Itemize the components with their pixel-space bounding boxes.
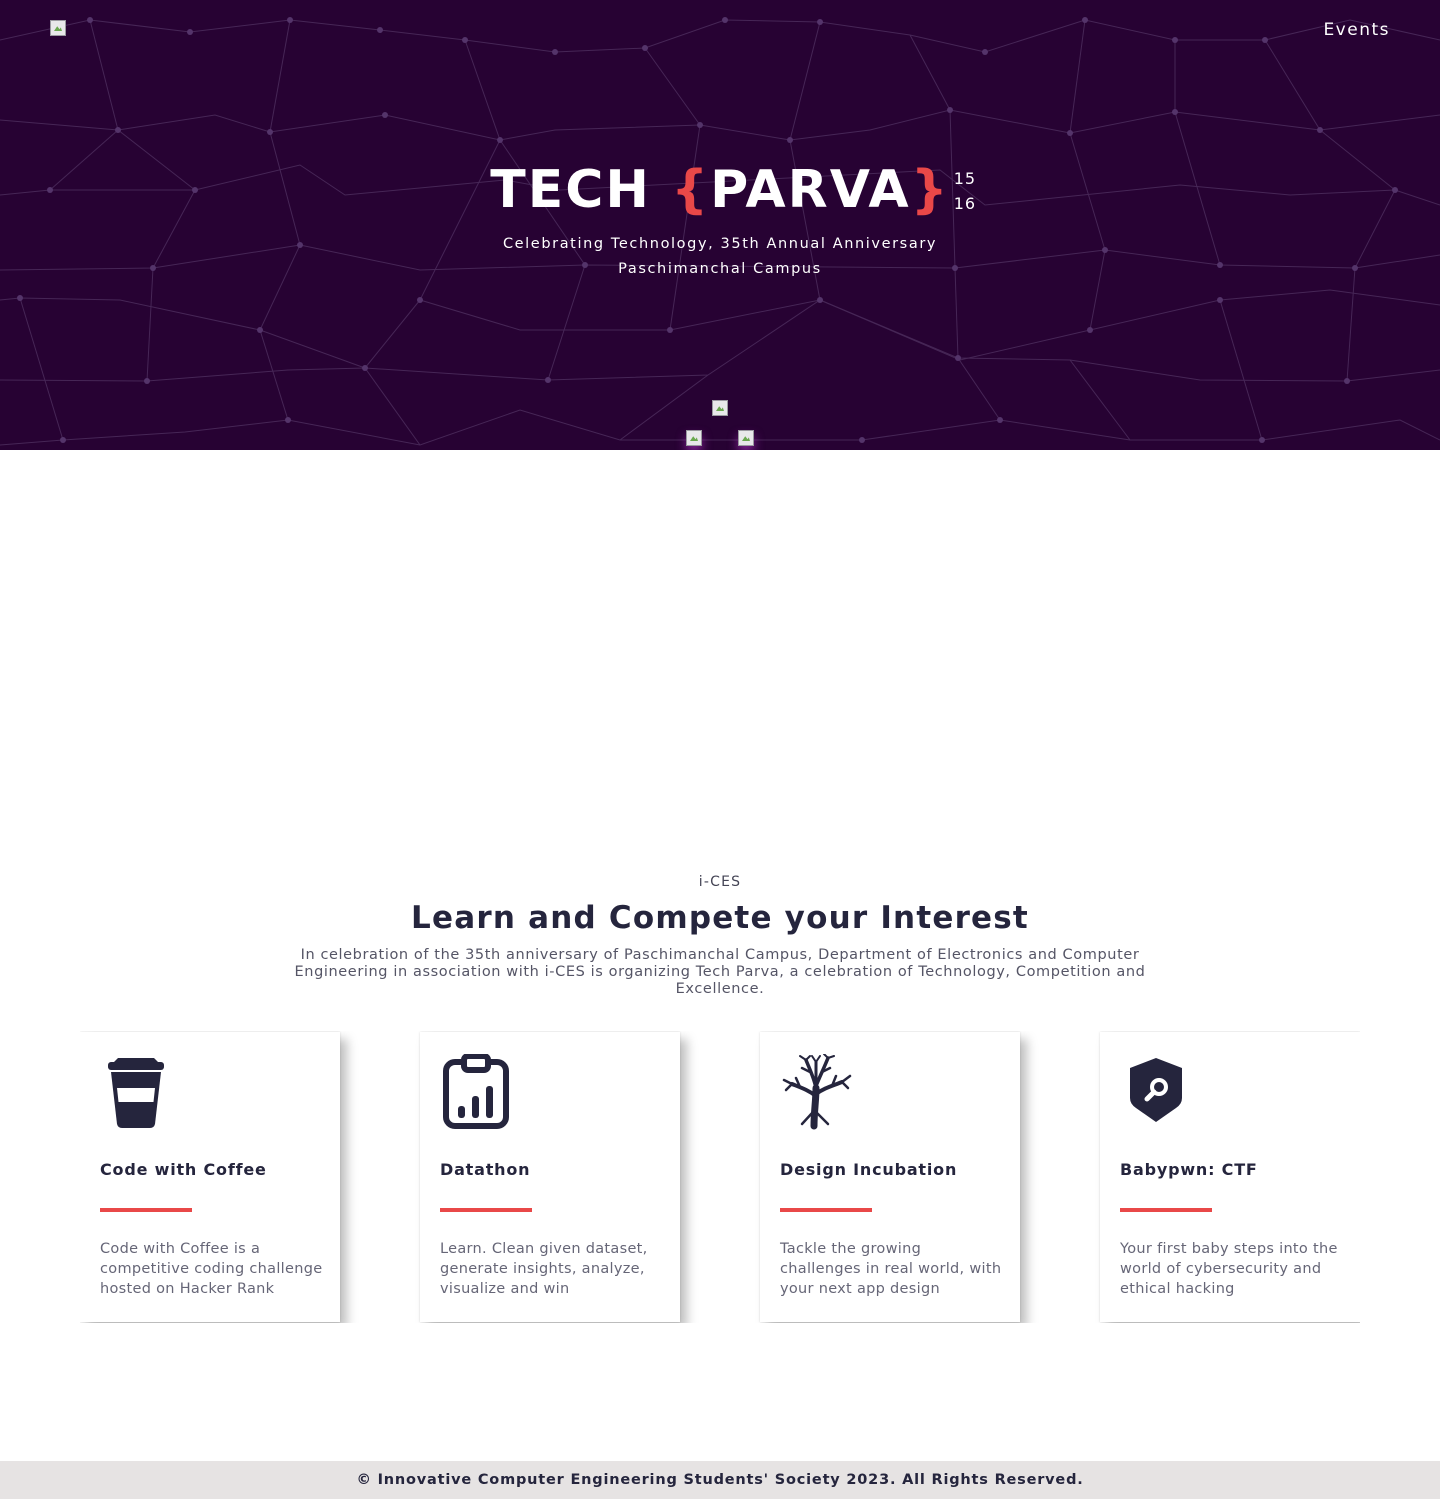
tree-icon xyxy=(782,1054,852,1130)
hero-subtitle: Celebrating Technology, 35th Annual Anni… xyxy=(0,232,1440,282)
title-parva: PARVA xyxy=(710,160,911,220)
shield-search-icon xyxy=(1130,1058,1182,1122)
footer-copyright: © Innovative Computer Engineering Studen… xyxy=(356,1472,1084,1488)
event-card-code-with-coffee[interactable]: Code with Coffee Code with Coffee is a c… xyxy=(80,1032,340,1322)
network-background xyxy=(0,17,1440,446)
section-intro: In celebration of the 35th anniversary o… xyxy=(294,947,1146,997)
date-start: 15 xyxy=(953,169,977,188)
event-description: Learn. Clean given dataset, generate ins… xyxy=(440,1241,648,1297)
event-title: Design Incubation xyxy=(780,1160,958,1179)
sponsor-image-top xyxy=(712,400,728,416)
hero-title-wrap: TECH {PARVA} 15 16 xyxy=(0,158,1440,222)
event-description: Tackle the growing challenges in real wo… xyxy=(780,1241,1002,1297)
event-title: Babypwn: CTF xyxy=(1120,1160,1258,1179)
nav-events-link[interactable]: Events xyxy=(1323,20,1390,40)
event-card-babypwn-ctf[interactable]: Babypwn: CTF Your first baby steps into … xyxy=(1100,1032,1360,1322)
subtitle-line-1: Celebrating Technology, 35th Annual Anni… xyxy=(502,236,938,252)
brace-open: { xyxy=(671,160,711,220)
date-end: 16 xyxy=(953,194,977,213)
sponsor-image-left xyxy=(686,430,702,446)
event-description: Code with Coffee is a competitive coding… xyxy=(100,1241,323,1297)
event-card-datathon[interactable]: Datathon Learn. Clean given dataset, gen… xyxy=(420,1032,680,1322)
event-cards: Code with Coffee Code with Coffee is a c… xyxy=(80,1031,1360,1323)
accent-divider xyxy=(1120,1208,1212,1212)
coffee-cup-icon xyxy=(108,1058,164,1128)
brace-close: } xyxy=(910,160,950,220)
hero-banner: Events TECH {PARVA} 15 16 Celebrating Tech… xyxy=(0,0,1440,450)
event-title: Code with Coffee xyxy=(100,1160,267,1179)
event-dates: 15 16 xyxy=(954,166,976,216)
site-logo[interactable] xyxy=(50,20,66,36)
section-heading: Learn and Compete your Interest xyxy=(411,900,1029,936)
accent-divider xyxy=(780,1208,872,1212)
footer: © Innovative Computer Engineering Studen… xyxy=(0,1461,1440,1499)
accent-divider xyxy=(100,1208,192,1212)
subtitle-line-2: Paschimanchal Campus xyxy=(618,261,822,277)
hero-title: TECH {PARVA} 15 16 xyxy=(490,158,975,222)
sponsor-image-right xyxy=(738,430,754,446)
event-title: Datathon xyxy=(440,1160,531,1179)
event-card-design-incubation[interactable]: Design Incubation Tackle the growing cha… xyxy=(760,1032,1020,1322)
accent-divider xyxy=(440,1208,532,1212)
section-kicker: i-CES xyxy=(698,874,742,890)
event-description: Your first baby steps into the world of … xyxy=(1120,1241,1338,1297)
clipboard-chart-icon xyxy=(443,1054,509,1129)
title-tech: TECH xyxy=(490,160,672,220)
